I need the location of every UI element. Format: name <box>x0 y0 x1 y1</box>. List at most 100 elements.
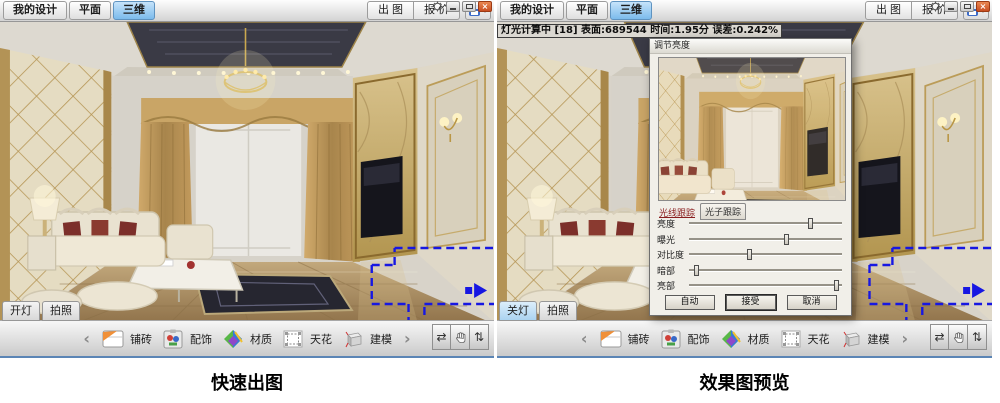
tilt-vertical-button[interactable]: ⇅ <box>968 324 987 350</box>
tool-label: 材质 <box>748 331 770 347</box>
tab-my-design[interactable]: 我的设计 <box>500 1 564 20</box>
pan-hand-icon <box>952 331 965 344</box>
caption-preview: 效果图预览 <box>497 369 992 395</box>
pan-button[interactable] <box>451 324 470 350</box>
scroll-left-icon[interactable]: ‹ <box>81 331 92 347</box>
tool-material[interactable]: 材质 <box>720 329 770 349</box>
tool-label: 铺砖 <box>130 331 152 347</box>
exposure-slider[interactable] <box>689 234 842 245</box>
tool-ceiling[interactable]: 天花 <box>780 329 830 349</box>
slider-handle[interactable] <box>694 265 699 276</box>
settings-gear-icon[interactable] <box>930 1 941 12</box>
close-button[interactable]: × <box>976 1 990 12</box>
tool-model[interactable]: 建模 <box>342 329 392 349</box>
render-output-button[interactable]: 出图 <box>865 1 912 20</box>
slider-label: 暗部 <box>657 264 689 277</box>
snapshot-tab[interactable]: 拍照 <box>539 301 577 321</box>
ceiling-icon <box>780 329 802 349</box>
nav-bar: 我的设计 平面 三维 出图 报价 ▾ <box>0 0 494 22</box>
snapshot-tab[interactable]: 拍照 <box>42 301 80 321</box>
contrast-slider[interactable] <box>689 249 842 260</box>
tool-label: 材质 <box>250 331 272 347</box>
cancel-button[interactable]: 取消 <box>787 295 837 310</box>
scroll-right-icon[interactable]: › <box>402 331 413 347</box>
slider-label: 亮部 <box>657 279 689 292</box>
caption-quick-render: 快速出图 <box>0 369 494 395</box>
tab-3d-view[interactable]: 三维 <box>610 1 652 20</box>
tool-tile[interactable]: 铺砖 <box>102 329 152 349</box>
tool-label: 铺砖 <box>628 331 650 347</box>
slider-label: 亮度 <box>657 217 689 230</box>
tool-label: 配饰 <box>190 331 212 347</box>
tool-material[interactable]: 材质 <box>222 329 272 349</box>
decor-icon <box>162 329 184 349</box>
render-output-button[interactable]: 出图 <box>367 1 414 20</box>
light-on-tab[interactable]: 开灯 <box>2 301 40 321</box>
model-icon <box>342 329 364 349</box>
minimize-icon <box>450 8 456 10</box>
window-controls: × <box>432 1 492 12</box>
tile-icon <box>102 329 124 349</box>
app-window-quick-render: 我的设计 平面 三维 出图 报价 ▾ × 开灯 拍照 ‹ 铺砖 <box>0 0 494 358</box>
viewport-tabs: 关灯 拍照 <box>499 301 579 321</box>
close-button[interactable]: × <box>478 1 492 12</box>
minimize-button[interactable] <box>446 1 460 12</box>
ceiling-icon <box>282 329 304 349</box>
shadows-slider[interactable] <box>689 265 842 276</box>
pan-button[interactable] <box>949 324 968 350</box>
auto-button[interactable]: 自动 <box>665 295 715 310</box>
app-window-preview: 我的设计 平面 三维 出图 报价 ▾ × 灯光计算中 [18] 表面:68954… <box>497 0 992 358</box>
pan-hand-icon <box>454 331 467 344</box>
decor-icon <box>660 329 682 349</box>
tool-decor[interactable]: 配饰 <box>162 329 212 349</box>
accept-button[interactable]: 接受 <box>726 295 776 310</box>
tool-label: 建模 <box>370 331 392 347</box>
minimize-icon <box>948 8 954 10</box>
scroll-right-icon[interactable]: › <box>900 331 911 347</box>
slider-handle[interactable] <box>834 280 839 291</box>
rotate-horizontal-button[interactable]: ⇄ <box>432 324 451 350</box>
slider-handle[interactable] <box>784 234 789 245</box>
tilt-vertical-button[interactable]: ⇅ <box>470 324 489 350</box>
render-viewport[interactable] <box>0 22 494 322</box>
tool-label: 建模 <box>868 331 890 347</box>
slider-label: 对比度 <box>657 248 689 261</box>
material-icon <box>222 329 244 349</box>
restore-button[interactable] <box>960 1 974 12</box>
model-icon <box>840 329 862 349</box>
slider-handle[interactable] <box>808 218 813 229</box>
slider-panel: 亮度 曝光 对比度 暗部 亮部 <box>657 216 842 294</box>
slider-handle[interactable] <box>747 249 752 260</box>
view-control-group: ⇄ ⇅ <box>432 324 489 350</box>
settings-gear-icon[interactable] <box>432 1 443 12</box>
tilt-vertical-icon: ⇅ <box>972 330 982 344</box>
rotate-horizontal-button[interactable]: ⇄ <box>930 324 949 350</box>
tool-label: 配饰 <box>688 331 710 347</box>
tab-2d-plan[interactable]: 平面 <box>566 1 608 20</box>
tilt-vertical-icon: ⇅ <box>474 330 484 344</box>
slider-row: 暗部 <box>657 263 842 279</box>
brightness-slider[interactable] <box>689 218 842 229</box>
bottom-toolbar: ‹ 铺砖 配饰 材质 天花 建模 › <box>0 320 494 357</box>
adjust-brightness-dialog: 调节亮度 光线跟踪 光子跟踪 亮度 曝光 对比度 <box>649 38 852 316</box>
tool-decor[interactable]: 配饰 <box>660 329 710 349</box>
rotate-horizontal-icon: ⇄ <box>934 330 944 344</box>
highlights-slider[interactable] <box>689 280 842 291</box>
tool-tile[interactable]: 铺砖 <box>600 329 650 349</box>
tool-ceiling[interactable]: 天花 <box>282 329 332 349</box>
light-off-tab[interactable]: 关灯 <box>499 301 537 321</box>
rotate-horizontal-icon: ⇄ <box>436 330 446 344</box>
minimize-button[interactable] <box>944 1 958 12</box>
tool-model[interactable]: 建模 <box>840 329 890 349</box>
bottom-toolbar: ‹ 铺砖 配饰 材质 天花 建模 › <box>497 320 992 357</box>
scroll-left-icon[interactable]: ‹ <box>579 331 590 347</box>
restore-icon <box>466 4 473 9</box>
tab-3d-view[interactable]: 三维 <box>113 1 155 20</box>
dialog-title: 调节亮度 <box>650 39 851 54</box>
slider-label: 曝光 <box>657 233 689 246</box>
tab-my-design[interactable]: 我的设计 <box>3 1 67 20</box>
restore-button[interactable] <box>462 1 476 12</box>
tab-2d-plan[interactable]: 平面 <box>69 1 111 20</box>
slider-row: 曝光 <box>657 232 842 248</box>
light-calc-status: 灯光计算中 [18] 表面:689544 时间:1.95分 误差:0.242% <box>497 24 782 38</box>
